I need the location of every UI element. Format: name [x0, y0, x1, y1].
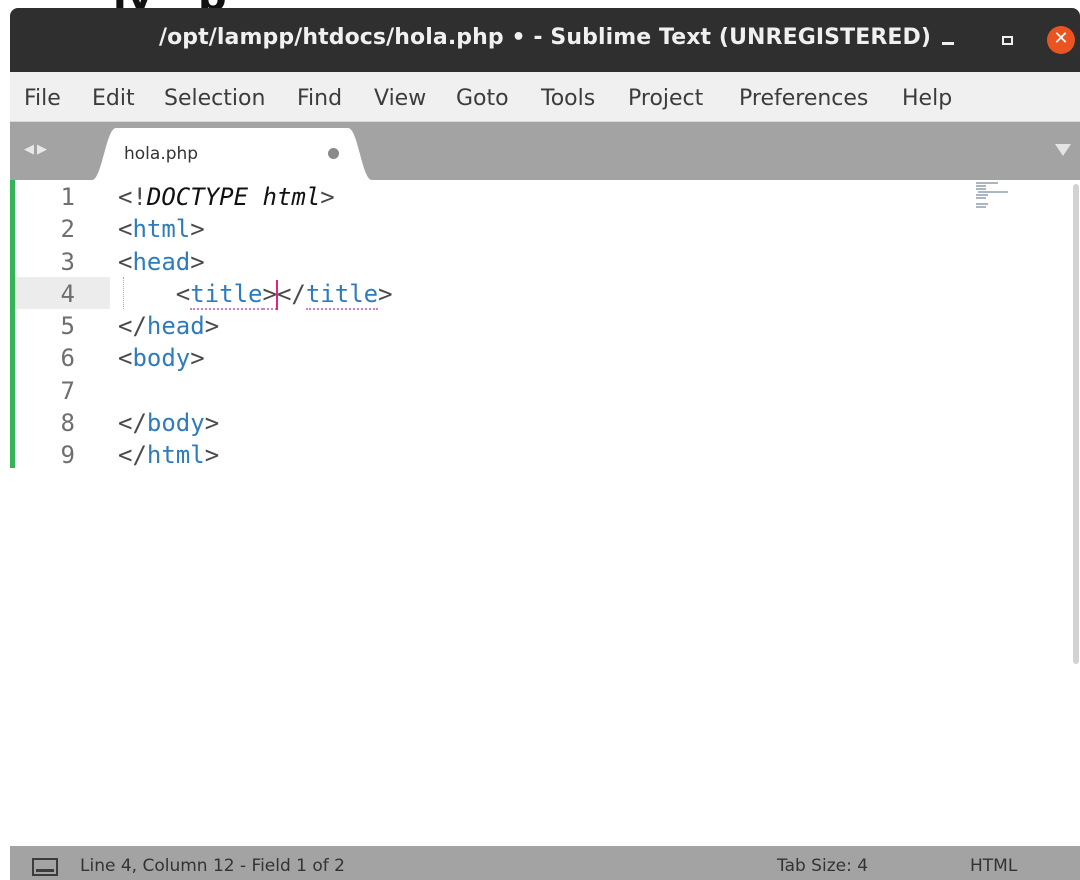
tab-scroll-arrows-icon[interactable]: ◀▶ — [24, 142, 50, 157]
code-token: body — [132, 344, 191, 373]
minimap-line — [976, 197, 986, 199]
code-token: > — [190, 344, 205, 373]
code-token: head — [132, 247, 191, 276]
title-bar: /opt/lampp/htdocs/hola.php • - Sublime T… — [10, 8, 1080, 72]
line-number: 8 — [60, 409, 75, 438]
minimap-line — [976, 182, 998, 184]
code-token: < — [118, 344, 133, 373]
minimap[interactable] — [972, 180, 1012, 210]
code-token: > — [262, 279, 277, 310]
code-token: < — [118, 183, 133, 211]
minimap-line — [976, 188, 986, 190]
syntax-selector[interactable]: HTML — [970, 856, 1017, 876]
line-number: 4 — [60, 279, 75, 308]
code-token: </ — [118, 312, 147, 341]
minimap-line — [978, 191, 1008, 193]
minimap-line — [976, 203, 988, 205]
maximize-icon — [1002, 36, 1013, 45]
unsaved-dot-icon[interactable] — [328, 148, 339, 159]
menu-project[interactable]: Project — [628, 86, 703, 111]
code-token: </ — [118, 441, 147, 470]
minimap-line — [976, 185, 986, 187]
menu-selection[interactable]: Selection — [164, 86, 265, 111]
line-number: 5 — [60, 312, 75, 341]
code-token: > — [204, 441, 220, 470]
code-token: body — [146, 409, 205, 438]
menu-preferences[interactable]: Preferences — [739, 86, 868, 111]
close-button[interactable]: ✕ — [1047, 26, 1075, 54]
code-token: DOCTYPE html — [146, 183, 321, 211]
menu-bar: File Edit Selection Find View Goto Tools… — [10, 72, 1080, 122]
code-token: < — [118, 247, 133, 276]
code-token: > — [190, 215, 205, 244]
code-text[interactable]: <!DOCTYPE html> <html> <head> <title></t… — [118, 181, 393, 472]
line-number: 6 — [60, 344, 75, 373]
code-token: < — [175, 279, 191, 308]
tab-size-selector[interactable]: Tab Size: 4 — [777, 856, 868, 876]
line-number: 9 — [60, 441, 75, 470]
code-token: html — [146, 441, 205, 470]
minimize-icon — [942, 42, 954, 45]
code-token: ! — [132, 183, 147, 211]
menu-find[interactable]: Find — [297, 86, 342, 111]
code-line-3: <head> — [118, 246, 393, 278]
code-token: head — [146, 312, 205, 341]
menu-help[interactable]: Help — [902, 86, 952, 111]
cursor-position-status: Line 4, Column 12 - Field 1 of 2 — [80, 856, 346, 876]
tab-label: hola.php — [124, 144, 199, 164]
code-line-8: </body> — [118, 407, 393, 439]
close-icon: ✕ — [1053, 28, 1069, 49]
menu-view[interactable]: View — [374, 86, 426, 111]
code-token: > — [320, 183, 335, 211]
toggle-panel-icon[interactable] — [32, 858, 58, 876]
code-line-4: <title></title> — [118, 278, 393, 310]
line-number: 2 — [60, 215, 75, 244]
code-line-9: </html> — [118, 439, 393, 471]
minimap-line — [976, 206, 986, 208]
code-token: > — [378, 279, 393, 308]
menu-file[interactable]: File — [24, 86, 61, 111]
menu-goto[interactable]: Goto — [456, 86, 509, 111]
panel-icon-bar — [36, 869, 54, 872]
line-number: 3 — [60, 247, 75, 276]
line-number: 1 — [60, 183, 75, 211]
line-number: 7 — [60, 376, 75, 405]
code-token: html — [132, 215, 191, 244]
code-token: </ — [118, 409, 147, 438]
maximize-button[interactable] — [998, 28, 1024, 54]
code-token: > — [190, 247, 205, 276]
window-title: /opt/lampp/htdocs/hola.php • - Sublime T… — [158, 25, 932, 50]
minimap-line — [976, 194, 988, 196]
code-token: > — [204, 409, 220, 438]
status-bar: Line 4, Column 12 - Field 1 of 2 Tab Siz… — [10, 846, 1080, 880]
tab-hola-php[interactable]: hola.php — [92, 128, 372, 180]
minimize-button[interactable] — [938, 28, 964, 54]
tab-bar: ◀▶ hola.php — [10, 122, 1080, 180]
code-line-5: </head> — [118, 310, 393, 342]
code-token: < — [118, 215, 133, 244]
line-number-gutter: 1 2 3 4 5 6 7 8 9 — [15, 181, 75, 472]
code-token: title — [190, 279, 263, 310]
sublime-window: /opt/lampp/htdocs/hola.php • - Sublime T… — [10, 8, 1080, 880]
code-line-1: <!DOCTYPE html> — [118, 181, 393, 213]
code-line-2: <html> — [118, 213, 393, 245]
code-line-6: <body> — [118, 342, 393, 374]
menu-edit[interactable]: Edit — [92, 86, 135, 111]
vertical-scrollbar-thumb[interactable] — [1073, 184, 1079, 664]
editor-area[interactable]: 1 2 3 4 5 6 7 8 9 <!DOCTYPE html> <html>… — [10, 180, 1080, 854]
tab-list-dropdown-icon[interactable] — [1055, 144, 1071, 156]
code-token: </ — [276, 279, 306, 308]
menu-tools[interactable]: Tools — [541, 86, 595, 111]
code-token: > — [204, 312, 220, 341]
code-token: title — [305, 279, 379, 310]
